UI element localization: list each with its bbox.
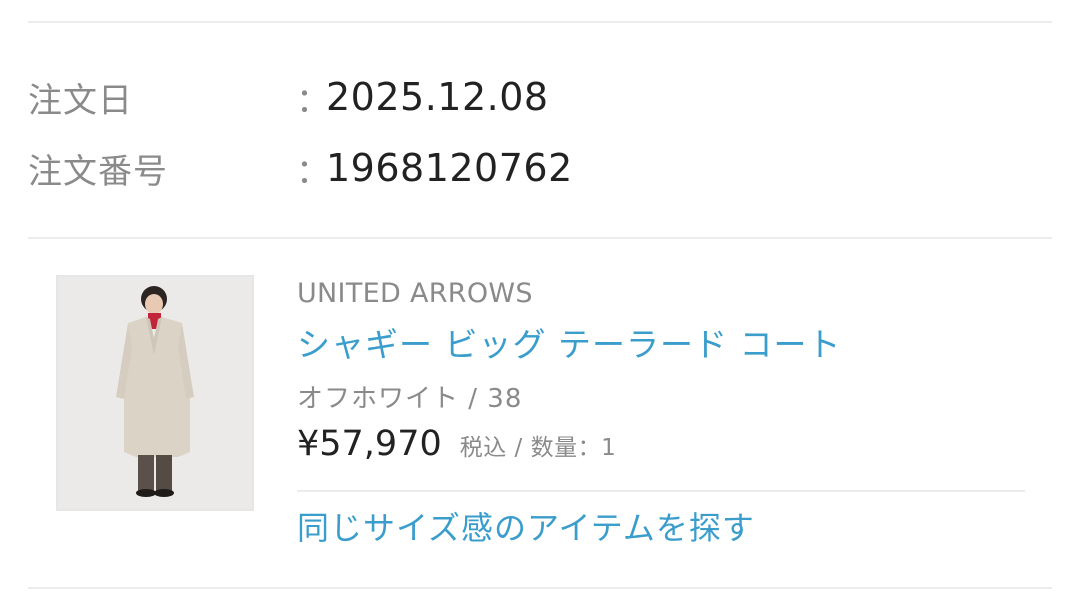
order-date-row: 注文日 ： 2025.12.08 <box>28 72 549 122</box>
tax-quantity-note: 税込 / 数量：1 <box>459 435 617 461</box>
item-inner-divider <box>297 490 1025 492</box>
top-divider <box>28 21 1052 23</box>
product-variant: オフホワイト / 38 <box>297 384 523 414</box>
product-image[interactable] <box>56 275 254 511</box>
order-date-colon: ： <box>296 80 330 121</box>
order-number-label: 注文番号 <box>28 151 168 192</box>
coat-product-photo-icon <box>58 277 252 509</box>
order-date-value: 2025.12.08 <box>326 75 549 119</box>
product-name-link[interactable]: シャギー ビッグ テーラード コート <box>297 316 1027 374</box>
order-number-value: 1968120762 <box>326 146 573 190</box>
order-date-label: 注文日 <box>28 80 133 121</box>
product-details: UNITED ARROWS シャギー ビッグ テーラード コート オフホワイト … <box>297 272 1027 550</box>
section-divider <box>28 237 1052 239</box>
product-price: ¥57,970 <box>297 424 442 464</box>
order-number-colon: ： <box>296 151 330 192</box>
price-row: ¥57,970 税込 / 数量：1 <box>297 424 1027 482</box>
order-number-row: 注文番号 ： 1968120762 <box>28 143 573 193</box>
find-similar-size-link[interactable]: 同じサイズ感のアイテムを探す <box>297 506 1027 550</box>
brand-name: UNITED ARROWS <box>297 278 533 309</box>
bottom-divider <box>28 587 1052 589</box>
